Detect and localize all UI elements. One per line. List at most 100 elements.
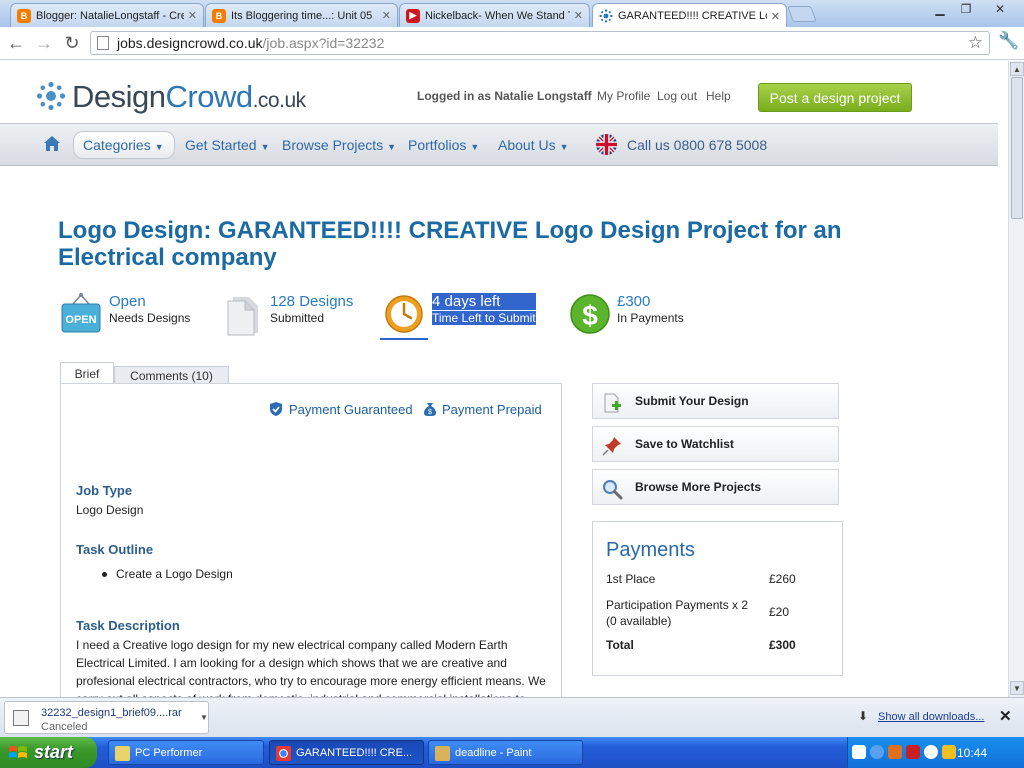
my-profile-link[interactable]: My Profile	[597, 89, 650, 103]
payment-row-label: 1st Place	[606, 572, 656, 586]
tab-title: Blogger: NatalieLongstaff - Cre	[36, 9, 184, 22]
close-icon[interactable]: ✕	[382, 9, 391, 22]
bookmark-star-icon[interactable]: ☆	[968, 33, 983, 53]
back-arrow-icon[interactable]	[870, 745, 884, 759]
reload-icon[interactable]: ↻	[60, 31, 84, 55]
search-icon[interactable]	[924, 745, 938, 759]
designcrowd-logo[interactable]: Design Crowd .co.uk	[36, 77, 306, 115]
taskbar-item-label: GARANTEED!!!! CRE...	[296, 746, 413, 759]
browse-more-projects-button[interactable]: Browse More Projects	[592, 469, 839, 505]
tab-title: GARANTEED!!!! CREATIVE Log	[618, 10, 767, 22]
tray-app-icon[interactable]	[888, 745, 902, 759]
youtube-icon: ▶	[406, 8, 420, 23]
stat-payments-value: £300	[617, 293, 651, 310]
site-header: Design Crowd .co.uk Logged in as Natalie L…	[0, 61, 998, 123]
download-item[interactable]: 32232_design1_brief09....rar Canceled ▼	[4, 701, 209, 734]
log-out-link[interactable]: Log out	[657, 89, 697, 103]
scroll-up-icon[interactable]: ▲	[1010, 62, 1024, 76]
taskbar-item-label: PC Performer	[135, 746, 203, 759]
payments-heading: Payments	[606, 539, 695, 561]
close-icon[interactable]: ✕	[188, 9, 197, 22]
help-link[interactable]: Help	[706, 89, 731, 103]
open-badge-text: OPEN	[65, 314, 96, 326]
file-icon	[13, 710, 29, 726]
payment-prepaid-label: Payment Prepaid	[442, 401, 542, 417]
start-label: start	[34, 742, 74, 762]
nav-categories[interactable]: Categories ▼	[83, 137, 164, 153]
help-icon[interactable]	[852, 745, 866, 759]
back-icon[interactable]: ←	[4, 31, 28, 55]
acrobat-icon[interactable]	[906, 745, 920, 759]
download-status: Canceled	[41, 721, 88, 733]
close-icon[interactable]: ✕	[771, 10, 780, 23]
job-type-value: Logo Design	[76, 503, 144, 517]
browser-tab-designcrowd[interactable]: GARANTEED!!!! CREATIVE Log ✕	[592, 3, 787, 28]
post-design-project-button[interactable]: Post a design project	[758, 83, 912, 112]
taskbar-item-label: deadline - Paint	[455, 746, 532, 759]
minimize-icon[interactable]: ▁	[926, 0, 954, 18]
taskbar-item-pc-performer[interactable]: PC Performer	[108, 740, 264, 765]
browser-toolbar: ← → ↻ jobs.designcrowd.co.uk/job.aspx?id…	[0, 27, 1024, 60]
download-arrow-icon: ⬇	[858, 709, 869, 723]
stat-payments-label: In Payments	[617, 311, 684, 325]
svg-text:$: $	[428, 409, 432, 416]
url-path: /job.aspx?id=32232	[262, 35, 385, 51]
close-icon[interactable]: ✕	[574, 9, 583, 22]
taskbar-item-paint[interactable]: deadline - Paint	[428, 740, 583, 765]
stat-status-value: Open	[109, 293, 146, 310]
web-page: Design Crowd .co.uk Logged in as Natalie L…	[0, 61, 1008, 697]
stat-designs-value: 128 Designs	[270, 293, 354, 310]
new-tab-button[interactable]	[787, 6, 817, 22]
payment-row-value: £260	[769, 572, 796, 586]
window-close-icon[interactable]: ✕	[980, 0, 1020, 18]
download-filename: 32232_design1_brief09....rar	[41, 707, 182, 719]
chevron-down-icon: ▼	[260, 142, 270, 152]
stat-designs: 128 Designs Submitted	[270, 293, 353, 325]
stat-designs-label: Submitted	[270, 311, 325, 325]
nav-categories-label: Categories	[83, 137, 151, 153]
browser-tab-youtube[interactable]: ▶ Nickelback- When We Stand To ✕	[399, 3, 590, 27]
taskbar-item-chrome[interactable]: GARANTEED!!!! CRE...	[269, 740, 424, 765]
stat-status-label: Needs Designs	[109, 311, 191, 325]
start-button[interactable]: start	[0, 737, 97, 768]
browser-tab-blogger-2[interactable]: B Its Bloggering time...: Unit 05 ✕	[205, 3, 398, 27]
list-item: Create a Logo Design	[102, 567, 233, 581]
browser-tab-blogger-1[interactable]: B Blogger: NatalieLongstaff - Cre ✕	[10, 3, 204, 27]
document-icon	[227, 297, 258, 336]
shield-icon[interactable]	[942, 745, 956, 759]
payment-guaranteed-badge: Payment Guaranteed	[268, 401, 413, 417]
nav-get-started[interactable]: Get Started ▼	[185, 137, 270, 153]
logo-text-suffix: .co.uk	[252, 89, 307, 112]
scroll-thumb[interactable]	[1011, 77, 1023, 219]
submit-design-button[interactable]: Submit Your Design	[592, 383, 839, 419]
chrome-icon	[276, 746, 291, 761]
logged-in-label: Logged in as Natalie Longstaff	[417, 89, 592, 103]
forward-icon[interactable]: →	[32, 31, 56, 55]
restore-icon[interactable]: ❐	[952, 0, 980, 18]
magnifier-icon	[603, 480, 623, 500]
save-watchlist-button[interactable]: Save to Watchlist	[592, 426, 839, 462]
nav-browse-projects-label: Browse Projects	[282, 137, 384, 153]
nav-get-started-label: Get Started	[185, 137, 257, 153]
nav-about-us[interactable]: About Us ▼	[498, 137, 569, 153]
nav-about-us-label: About Us	[498, 137, 556, 153]
close-icon[interactable]: ✕	[999, 707, 1012, 725]
pc-performer-icon	[115, 746, 130, 761]
uk-flag-icon	[596, 134, 617, 155]
page-scrollbar[interactable]: ▲ ▼	[1008, 61, 1024, 697]
paint-icon	[435, 746, 450, 761]
payment-total-value: £300	[769, 638, 796, 652]
wrench-icon[interactable]: 🔧	[998, 31, 1019, 51]
nav-browse-projects[interactable]: Browse Projects ▼	[282, 137, 396, 153]
stat-time-left: 4 days left Time Left to Submit	[432, 293, 536, 325]
tab-brief[interactable]: Brief	[60, 362, 114, 384]
tab-comments[interactable]: Comments (10)	[114, 366, 229, 384]
page-title: Logo Design: GARANTEED!!!! CREATIVE Logo…	[58, 217, 842, 271]
address-bar[interactable]: jobs.designcrowd.co.uk/job.aspx?id=32232…	[90, 31, 990, 55]
nav-portfolios[interactable]: Portfolios ▼	[408, 137, 479, 153]
home-icon[interactable]	[43, 135, 61, 153]
show-all-downloads-link[interactable]: Show all downloads...	[878, 711, 984, 723]
scroll-down-icon[interactable]: ▼	[1010, 681, 1024, 695]
chevron-down-icon: ▼	[559, 142, 569, 152]
chevron-down-icon[interactable]: ▼	[200, 713, 208, 722]
